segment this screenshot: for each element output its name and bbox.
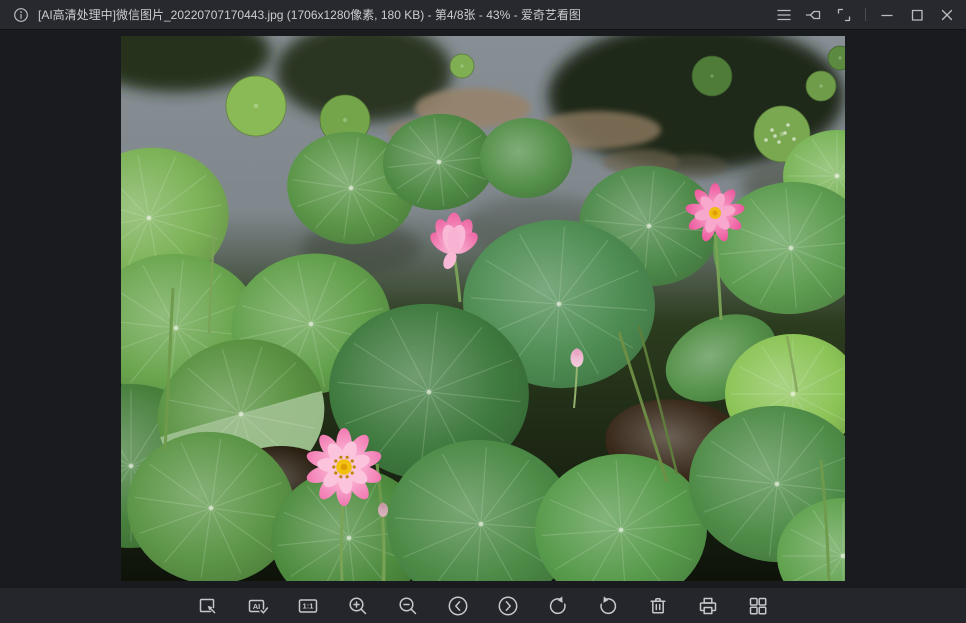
toolbar: AI 1:1 — [0, 588, 966, 623]
ratio-icon-label: 1:1 — [303, 602, 315, 611]
next-image-button[interactable] — [488, 590, 528, 622]
print-icon — [696, 594, 720, 618]
zoom-in-icon — [346, 594, 370, 618]
next-icon — [496, 594, 520, 618]
maximize-icon — [907, 5, 927, 25]
delete-button[interactable] — [638, 590, 678, 622]
previous-icon — [446, 594, 470, 618]
actual-size-icon: 1:1 — [296, 594, 320, 618]
actual-size-button[interactable]: 1:1 — [288, 590, 328, 622]
minimize-icon — [877, 5, 897, 25]
browse-mode-icon — [746, 594, 770, 618]
zoom-in-button[interactable] — [338, 590, 378, 622]
zoom-out-button[interactable] — [388, 590, 428, 622]
menu-button[interactable] — [769, 1, 799, 29]
photo-viewport[interactable] — [121, 36, 845, 581]
close-icon — [937, 5, 957, 25]
screenshot-icon — [196, 594, 220, 618]
ai-enhance-button[interactable]: AI — [238, 590, 278, 622]
zoom-out-icon — [396, 594, 420, 618]
browse-mode-button[interactable] — [738, 590, 778, 622]
fullscreen-icon — [834, 5, 854, 25]
maximize-button[interactable] — [902, 1, 932, 29]
ai-icon-label: AI — [253, 602, 261, 611]
delete-icon — [646, 594, 670, 618]
fullscreen-button[interactable] — [829, 1, 859, 29]
rotate-left-icon — [546, 594, 570, 618]
rotate-right-icon — [596, 594, 620, 618]
photo-canvas — [121, 36, 845, 581]
menu-icon — [774, 5, 794, 25]
pin-button[interactable] — [799, 1, 829, 29]
titlebar-divider — [865, 8, 866, 21]
ai-enhance-icon: AI — [246, 594, 270, 618]
titlebar[interactable]: [AI高清处理中]微信图片_20220707170443.jpg (1706x1… — [0, 0, 966, 30]
minimize-button[interactable] — [872, 1, 902, 29]
rotate-left-button[interactable] — [538, 590, 578, 622]
pin-icon — [804, 5, 824, 25]
window-controls — [769, 0, 966, 29]
close-button[interactable] — [932, 1, 962, 29]
screenshot-button[interactable] — [188, 590, 228, 622]
window-title: [AI高清处理中]微信图片_20220707170443.jpg (1706x1… — [38, 6, 581, 23]
rotate-right-button[interactable] — [588, 590, 628, 622]
print-button[interactable] — [688, 590, 728, 622]
info-icon[interactable] — [12, 6, 30, 24]
previous-image-button[interactable] — [438, 590, 478, 622]
